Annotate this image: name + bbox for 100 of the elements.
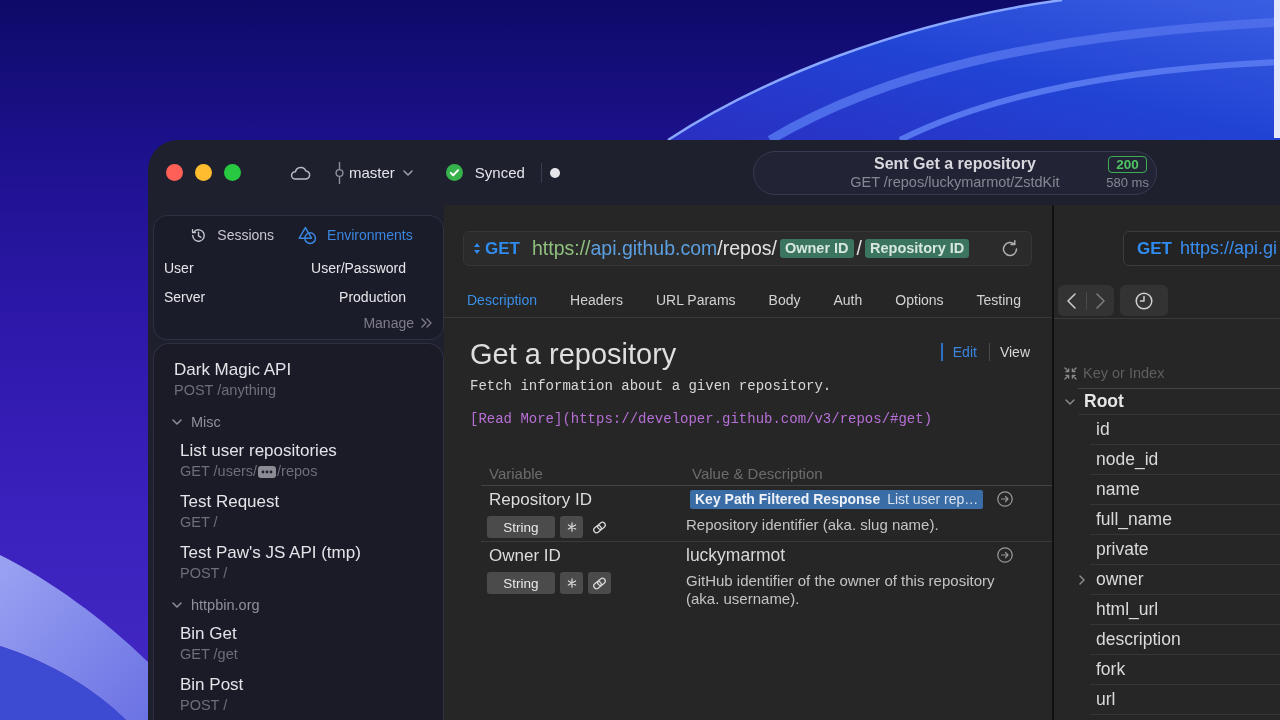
search-field[interactable]: Key or Index [1078, 357, 1280, 389]
variable-value[interactable]: luckymarmot [686, 544, 786, 566]
minimize-button[interactable] [195, 164, 212, 181]
editor-tab[interactable]: Auth [833, 291, 863, 308]
asterisk-icon [566, 522, 577, 532]
environment-value[interactable]: Production [339, 288, 406, 305]
tree-node-label[interactable]: id [1096, 419, 1110, 440]
request-path: GET /users/ [180, 462, 258, 481]
group-name[interactable]: Misc [191, 414, 221, 430]
history-button[interactable] [1120, 285, 1168, 316]
close-button[interactable] [166, 164, 183, 181]
response-url-field[interactable]: GET https://api.gi [1123, 231, 1280, 266]
reload-icon[interactable] [1000, 238, 1020, 259]
editor-tab[interactable]: Body [768, 291, 801, 308]
url-path: /repos/ [717, 237, 777, 260]
environment-value[interactable]: User/Password [311, 259, 406, 276]
shapes-icon [298, 225, 318, 245]
request-name[interactable]: Bin Get [180, 623, 237, 645]
dynamic-value-chip[interactable]: Key Path Filtered Response List user rep… [690, 489, 984, 509]
request-name[interactable]: Test Request [180, 491, 280, 513]
description-text: Fetch information about a given repository. [470, 377, 833, 396]
variable-name[interactable]: Owner ID [487, 546, 561, 566]
tree-node-label[interactable]: html_url [1096, 599, 1159, 620]
editor-tab[interactable]: Testing [976, 291, 1021, 308]
variable-description: Repository identifier (aka. slug name). [686, 516, 939, 534]
url-path: / [856, 237, 862, 260]
activity-request: GET /repos/luckymarmot/ZstdKit [850, 173, 1060, 191]
request-path: POST / [180, 696, 228, 715]
tree-node-label[interactable]: full_name [1096, 509, 1172, 530]
request-path: POST / [180, 564, 228, 583]
required-button[interactable] [560, 572, 583, 594]
environment-label: Server [164, 288, 206, 305]
variable-name[interactable]: Repository ID [487, 490, 592, 510]
up-down-icon [474, 243, 480, 254]
branch-selector[interactable]: master [349, 164, 413, 181]
tree-node-label[interactable]: node_id [1096, 449, 1159, 470]
required-button[interactable] [560, 516, 583, 538]
collapse-icon[interactable] [1063, 366, 1077, 380]
response-time: 580 ms [1106, 175, 1149, 190]
request-name[interactable]: Test Paw's JS API (tmp) [180, 542, 361, 564]
request-path: POST /anything [174, 381, 277, 400]
dynamic-value-label: Key Path Filtered Response [695, 491, 881, 507]
history-icon [190, 226, 208, 244]
activity-pill[interactable]: Sent Get a repository GET /repos/luckymarmot/ZstdKit 200 580 ms [752, 150, 1157, 195]
editor-tab[interactable]: Description [467, 291, 538, 308]
variable-description: GitHub identifier of the owner of this repository (aka. username). [686, 572, 996, 608]
cloud-icon[interactable] [289, 165, 311, 180]
asterisk-icon [566, 578, 577, 588]
type-button[interactable]: String [487, 572, 555, 594]
tree-node-label[interactable]: name [1096, 479, 1140, 500]
request-path: GET / [180, 513, 218, 532]
sidebar-tab[interactable]: Sessions [190, 225, 275, 245]
chevron-right-icon[interactable] [1079, 575, 1085, 585]
request-name[interactable]: Bin Post [180, 674, 244, 696]
column-header: Variable [488, 465, 544, 482]
link-icon [592, 519, 607, 535]
tree-node-label[interactable]: url [1096, 689, 1116, 710]
dynamic-value-detail: List user rep… [887, 491, 979, 507]
mode-toggle[interactable]: Edit [940, 343, 977, 361]
type-button[interactable]: String [487, 516, 555, 538]
request-path: GET /get [180, 645, 238, 664]
editor-tab[interactable]: URL Params [655, 291, 736, 308]
environment-label: User [164, 259, 194, 276]
variable-token[interactable]: Repository ID [865, 239, 970, 258]
mode-toggle[interactable]: View [988, 343, 1030, 361]
variable-token[interactable]: Owner ID [779, 239, 854, 258]
status-dot-icon [549, 167, 560, 178]
chevron-down-icon[interactable] [1065, 399, 1075, 405]
sync-status: Synced [474, 164, 525, 181]
chevron-down-icon[interactable] [402, 169, 413, 176]
tree-node-label[interactable]: fork [1096, 659, 1126, 680]
tree-node-label[interactable]: description [1096, 629, 1181, 650]
commit-icon [335, 161, 344, 184]
method-selector[interactable]: GET [474, 238, 520, 259]
chevron-down-icon[interactable] [172, 419, 182, 425]
link-button[interactable] [588, 572, 611, 594]
sidebar-tab[interactable]: Environments [298, 225, 413, 245]
status-code-badge: 200 [1108, 155, 1147, 173]
tree-node-label[interactable]: private [1096, 539, 1149, 560]
tree-node-label[interactable]: Root [1084, 391, 1124, 412]
editor-tab[interactable]: Headers [570, 291, 623, 308]
group-name[interactable]: httpbin.org [191, 597, 260, 613]
activity-title: Sent Get a repository [873, 154, 1036, 173]
url-scheme: https:// [531, 237, 591, 260]
tree-node-label[interactable]: owner [1096, 569, 1144, 590]
arrow-circle-icon[interactable] [997, 491, 1013, 507]
clock-icon [1135, 291, 1153, 310]
url-field[interactable]: GET https://api.github.com/repos/ Owner ID / Repository ID [463, 231, 1032, 266]
request-name[interactable]: Dark Magic API [174, 359, 292, 381]
chevron-down-icon[interactable] [172, 602, 182, 608]
response-url: https://api.gi [1179, 238, 1277, 259]
chevron-right-icon [1095, 292, 1105, 309]
request-name[interactable]: List user repositories [180, 440, 337, 462]
double-chevron-icon [421, 318, 432, 328]
editor-tab[interactable]: Options [895, 291, 944, 308]
manage-button[interactable]: Manage [363, 313, 432, 333]
arrow-circle-icon[interactable] [997, 547, 1013, 563]
zoom-button[interactable] [224, 164, 241, 181]
request-title: Get a repository [470, 338, 677, 370]
url-host: api.github.com [590, 237, 718, 260]
